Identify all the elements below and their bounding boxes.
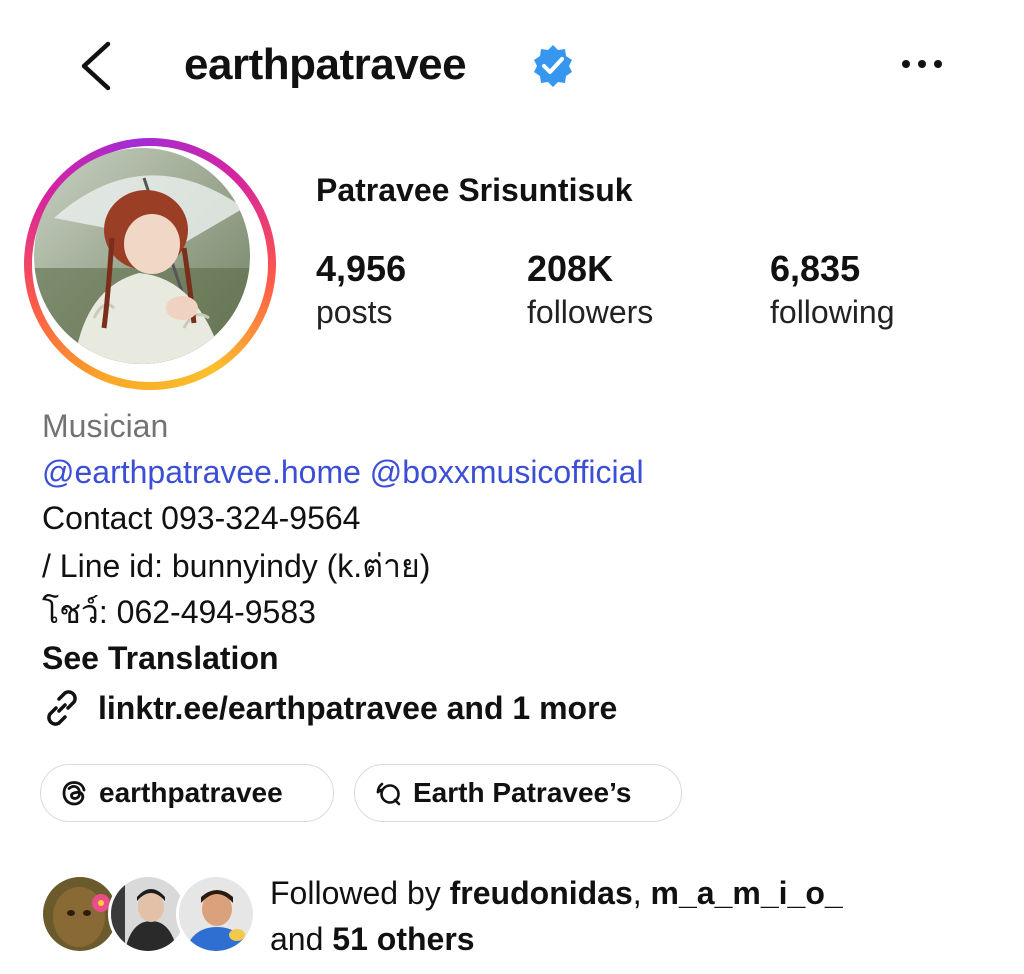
following-label: following (770, 294, 895, 330)
profile-full-name: Patravee Srisuntisuk (316, 172, 633, 208)
following-value: 6,835 (770, 248, 861, 289)
verified-badge-icon (530, 43, 576, 89)
followed-by-text[interactable]: Followed by freudonidas, m_a_m_i_o_and 5… (270, 870, 990, 962)
avatar (34, 148, 250, 364)
chevron-left-icon (81, 41, 111, 91)
bio-show-contact: โชว์: 062-494-9583 (42, 594, 316, 630)
mutual-follower-2: m_a_m_i_o_ (650, 875, 843, 911)
link-icon (47, 690, 77, 726)
posts-count[interactable]: 4,956 posts (316, 246, 406, 332)
broadcast-channel-button[interactable]: Earth Patravee’s (354, 764, 682, 822)
followed-by-and: and (270, 921, 333, 957)
mutual-follower-1: freudonidas (449, 875, 633, 911)
follower-avatar-3[interactable] (176, 874, 256, 954)
bio-external-link[interactable]: linktr.ee/earthpatravee and 1 more (40, 686, 617, 730)
mention-link[interactable]: @boxxmusicofficial (370, 454, 644, 490)
threads-username: earthpatravee (99, 777, 283, 808)
back-button[interactable] (70, 36, 126, 96)
bio-mentions: @earthpatravee.home @boxxmusicofficial (42, 452, 644, 492)
followers-value: 208K (527, 248, 614, 289)
see-translation-button[interactable]: See Translation (42, 638, 279, 678)
following-count[interactable]: 6,835 following (770, 246, 895, 332)
profile-username: earthpatravee (184, 40, 467, 89)
bio-contact-line: Contact 093-324-9564 (42, 500, 361, 536)
threads-profile-button[interactable]: earthpatravee (40, 764, 334, 822)
more-options-button[interactable] (896, 44, 952, 84)
threads-icon (62, 781, 86, 806)
more-horizontal-icon (902, 60, 942, 68)
profile-avatar-story-ring[interactable] (24, 138, 276, 390)
bio-line-id: / Line id: bunnyindy (k.ต่าย) (42, 548, 431, 584)
follower-avatar-image (111, 877, 185, 951)
channel-name: Earth Patravee’s (413, 777, 632, 808)
posts-label: posts (316, 294, 393, 330)
followed-by-prefix: Followed by (270, 875, 450, 911)
followers-count[interactable]: 208K followers (527, 246, 653, 332)
mutual-followers-others: 51 others (332, 921, 475, 957)
follower-avatar-image (43, 877, 117, 951)
posts-value: 4,956 (316, 248, 407, 289)
mention-link[interactable]: @earthpatravee.home (42, 454, 361, 490)
broadcast-channel-icon (376, 782, 401, 806)
followers-label: followers (527, 294, 654, 330)
follower-avatar-image (179, 877, 253, 951)
profile-category: Musician (42, 408, 169, 444)
bio-link-text: linktr.ee/earthpatravee and 1 more (98, 689, 618, 726)
followed-by-separator: , (632, 875, 651, 911)
